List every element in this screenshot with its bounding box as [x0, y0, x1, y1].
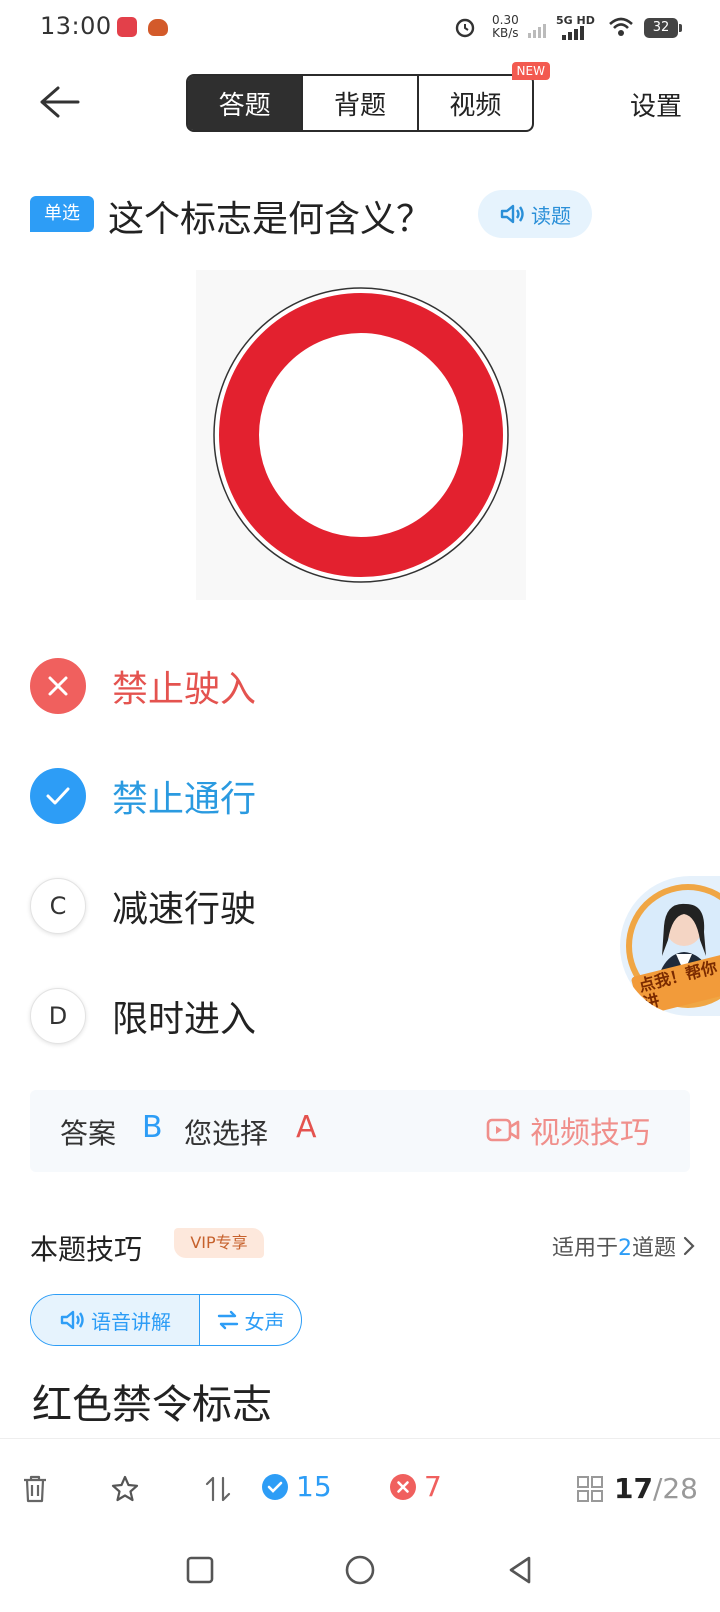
apply-suffix: 道题 — [631, 1236, 676, 1261]
tab-memorize[interactable]: 背题 — [301, 76, 416, 130]
answer-label: 答案 — [60, 1117, 117, 1150]
video-skill-label: 视频技巧 — [530, 1116, 650, 1151]
prohibition-sign-icon — [213, 287, 509, 583]
question-progress[interactable]: 17/28 — [576, 1472, 698, 1505]
wrong-mark-icon — [30, 658, 86, 714]
video-skill-button[interactable]: 视频技巧 — [486, 1108, 650, 1152]
star-icon[interactable] — [110, 1474, 140, 1504]
speed-unit: KB/s — [492, 26, 519, 40]
correct-count-value: 15 — [296, 1470, 332, 1503]
read-question-button[interactable]: 读题 — [478, 190, 592, 238]
answer-value: B — [142, 1110, 163, 1145]
voice-label: 语音讲解 — [91, 1309, 171, 1334]
option-text: 禁止驶入 — [112, 669, 257, 710]
correct-icon — [262, 1473, 288, 1500]
tab-label: 答题 — [218, 90, 271, 121]
check-mark-icon — [30, 768, 86, 824]
option-key: D — [30, 988, 86, 1044]
tab-answer[interactable]: 答题 — [188, 76, 302, 130]
option-b[interactable]: 禁止通行 — [30, 768, 256, 824]
mode-tabs: 答题 背题 视频 NEW — [186, 62, 550, 132]
signal-weak-icon — [528, 24, 546, 38]
alarm-icon — [455, 18, 475, 38]
option-c[interactable]: C 减速行驶 — [30, 878, 256, 934]
tab-label: 视频 — [449, 90, 502, 121]
question-text: 这个标志是何含义？ — [108, 199, 433, 240]
tip-title: 本题技巧 — [30, 1233, 143, 1266]
apply-count: 2 — [617, 1236, 632, 1261]
wifi-icon — [609, 17, 633, 36]
settings-button[interactable]: 设置 — [630, 86, 682, 123]
option-d[interactable]: D 限时进入 — [30, 988, 256, 1044]
recents-icon[interactable] — [184, 1554, 216, 1586]
chevron-right-icon — [683, 1236, 695, 1256]
tab-label: 背题 — [333, 90, 386, 121]
current-question: 17 — [613, 1472, 653, 1505]
app-notification-icon — [148, 19, 168, 36]
apply-prefix: 适用于 — [551, 1236, 618, 1261]
total-questions: /28 — [652, 1472, 698, 1505]
read-label: 读题 — [531, 203, 571, 228]
option-key: C — [30, 878, 86, 934]
applies-to-link[interactable]: 适用于2道题 — [552, 1230, 696, 1262]
sort-icon[interactable] — [204, 1474, 232, 1504]
home-icon[interactable] — [344, 1554, 376, 1586]
question-image — [196, 270, 526, 600]
wrong-icon — [390, 1473, 416, 1500]
gender-label: 女声 — [244, 1309, 285, 1334]
vip-badge: VIP专享 — [174, 1228, 264, 1258]
trash-icon[interactable] — [22, 1474, 48, 1504]
tutor-avatar-button[interactable]: 点我！帮你讲 — [620, 876, 720, 1016]
battery-indicator: 32 — [644, 18, 682, 38]
correct-count: 15 — [262, 1470, 332, 1503]
voice-explain-button[interactable]: 语音讲解 — [31, 1295, 200, 1345]
option-text: 禁止通行 — [112, 779, 257, 820]
option-text: 限时进入 — [112, 999, 257, 1040]
network-speed: 0.30 KB/s — [492, 14, 519, 40]
swap-icon — [217, 1310, 238, 1330]
tab-video[interactable]: 视频 NEW — [416, 62, 550, 130]
option-text: 减速行驶 — [112, 889, 257, 930]
video-camera-icon — [486, 1118, 520, 1142]
wrong-count: 7 — [390, 1470, 442, 1503]
signal-icon — [562, 26, 584, 40]
question-type-badge: 单选 — [30, 196, 94, 232]
speaker-icon — [500, 204, 524, 224]
voice-gender-toggle[interactable]: 女声 — [200, 1295, 301, 1345]
back-arrow-icon[interactable] — [38, 84, 82, 120]
status-time: 13:00 — [40, 12, 112, 40]
app-notification-icon — [117, 17, 137, 37]
back-nav-icon[interactable] — [504, 1554, 536, 1586]
voice-controls: 语音讲解 女声 — [30, 1294, 302, 1346]
grid-icon — [576, 1475, 603, 1502]
option-a[interactable]: 禁止驶入 — [30, 658, 256, 714]
tip-content: 红色禁令标志 — [32, 1382, 272, 1428]
new-badge: NEW — [511, 62, 550, 80]
wrong-count-value: 7 — [424, 1470, 442, 1503]
speaker-icon — [60, 1310, 84, 1330]
chosen-label: 您选择 — [184, 1117, 269, 1150]
chosen-value: A — [296, 1110, 317, 1145]
